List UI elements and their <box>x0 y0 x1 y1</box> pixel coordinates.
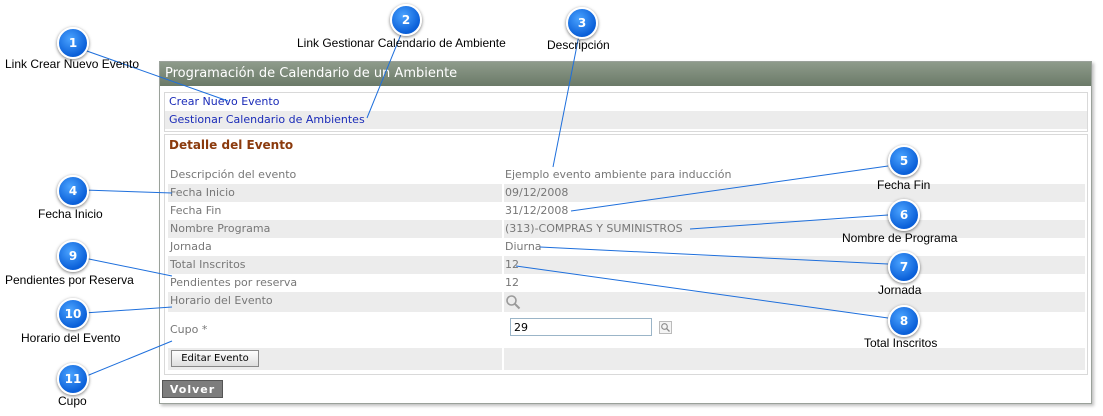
link-row-crear: Crear Nuevo Evento <box>165 93 1087 111</box>
callout-label-6: Nombre de Programa <box>842 231 958 245</box>
callout-7: 7 <box>888 251 920 283</box>
descripcion-label: Descripción del evento <box>170 168 297 181</box>
crear-nuevo-evento-link[interactable]: Crear Nuevo Evento <box>169 95 279 108</box>
jornada-label: Jornada <box>170 240 212 253</box>
fecha-fin-value: 31/12/2008 <box>505 204 569 217</box>
callout-label-3: Descripción <box>547 38 610 52</box>
callout-label-11: Cupo <box>58 394 87 408</box>
callout-11: 11 <box>57 363 89 395</box>
horario-label: Horario del Evento <box>170 294 273 307</box>
column-divider <box>502 220 504 238</box>
row-fecha-fin: Fecha Fin 31/12/2008 <box>168 202 1085 220</box>
fecha-fin-label: Fecha Fin <box>170 204 222 217</box>
callout-3: 3 <box>566 7 598 39</box>
editar-evento-button[interactable]: Editar Evento <box>171 350 259 367</box>
row-descripcion: Descripción del evento Ejemplo evento am… <box>168 166 1085 184</box>
callout-label-8: Total Inscritos <box>864 336 938 350</box>
search-icon <box>661 323 670 332</box>
row-edit: Editar Evento <box>168 348 1085 370</box>
fecha-inicio-value: 09/12/2008 <box>505 186 569 199</box>
callout-label-4: Fecha Inicio <box>38 207 103 221</box>
cupo-search-button[interactable] <box>659 321 672 334</box>
cupo-input[interactable] <box>510 318 652 336</box>
callout-4: 4 <box>57 175 89 207</box>
link-row-gestionar: Gestionar Calendario de Ambientes <box>165 111 1087 129</box>
cupo-label: Cupo * <box>170 323 208 336</box>
callout-label-1: Link Crear Nuevo Evento <box>5 57 140 71</box>
callout-label-5: Fecha Fin <box>877 178 931 192</box>
pendientes-value: 12 <box>505 276 519 289</box>
search-icon[interactable] <box>505 294 521 310</box>
detail-title: Detalle del Evento <box>169 138 294 152</box>
descripcion-value: Ejemplo evento ambiente para inducción <box>505 168 732 181</box>
gestionar-calendario-link[interactable]: Gestionar Calendario de Ambientes <box>169 113 365 126</box>
callout-label-2: Link Gestionar Calendario de Ambiente <box>297 36 506 50</box>
jornada-value: Diurna <box>505 240 542 253</box>
total-inscritos-value: 12 <box>505 258 519 271</box>
callout-label-9: Pendientes por Reserva <box>5 273 134 287</box>
nombre-programa-value: (313)-COMPRAS Y SUMINISTROS <box>505 222 683 235</box>
row-total-inscritos: Total Inscritos 12 <box>168 256 1085 274</box>
row-horario: Horario del Evento <box>168 292 1085 312</box>
pendientes-label: Pendientes por reserva <box>170 276 298 289</box>
callout-2: 2 <box>390 4 422 36</box>
detail-section: Detalle del Evento Descripción del event… <box>164 134 1088 375</box>
column-divider <box>502 256 504 274</box>
volver-button[interactable]: Volver <box>162 380 223 398</box>
row-fecha-inicio: Fecha Inicio 09/12/2008 <box>168 184 1085 202</box>
callout-6: 6 <box>888 199 920 231</box>
nombre-programa-label: Nombre Programa <box>170 222 271 235</box>
callout-label-10: Horario del Evento <box>21 331 121 345</box>
total-inscritos-label: Total Inscritos <box>170 258 246 271</box>
callout-10: 10 <box>57 298 89 330</box>
callout-5: 5 <box>888 145 920 177</box>
column-divider <box>502 184 504 202</box>
panel-title: Programación de Calendario de un Ambient… <box>160 62 1091 86</box>
fecha-inicio-label: Fecha Inicio <box>170 186 235 199</box>
callout-label-7: Jornada <box>878 283 922 297</box>
column-divider <box>502 292 504 312</box>
callout-1: 1 <box>57 27 89 59</box>
row-cupo: Cupo * <box>168 314 1085 346</box>
column-divider <box>502 348 504 370</box>
callout-8: 8 <box>888 305 920 337</box>
callout-9: 9 <box>57 240 89 272</box>
links-section: Crear Nuevo Evento Gestionar Calendario … <box>164 92 1088 132</box>
row-pendientes: Pendientes por reserva 12 <box>168 274 1085 292</box>
